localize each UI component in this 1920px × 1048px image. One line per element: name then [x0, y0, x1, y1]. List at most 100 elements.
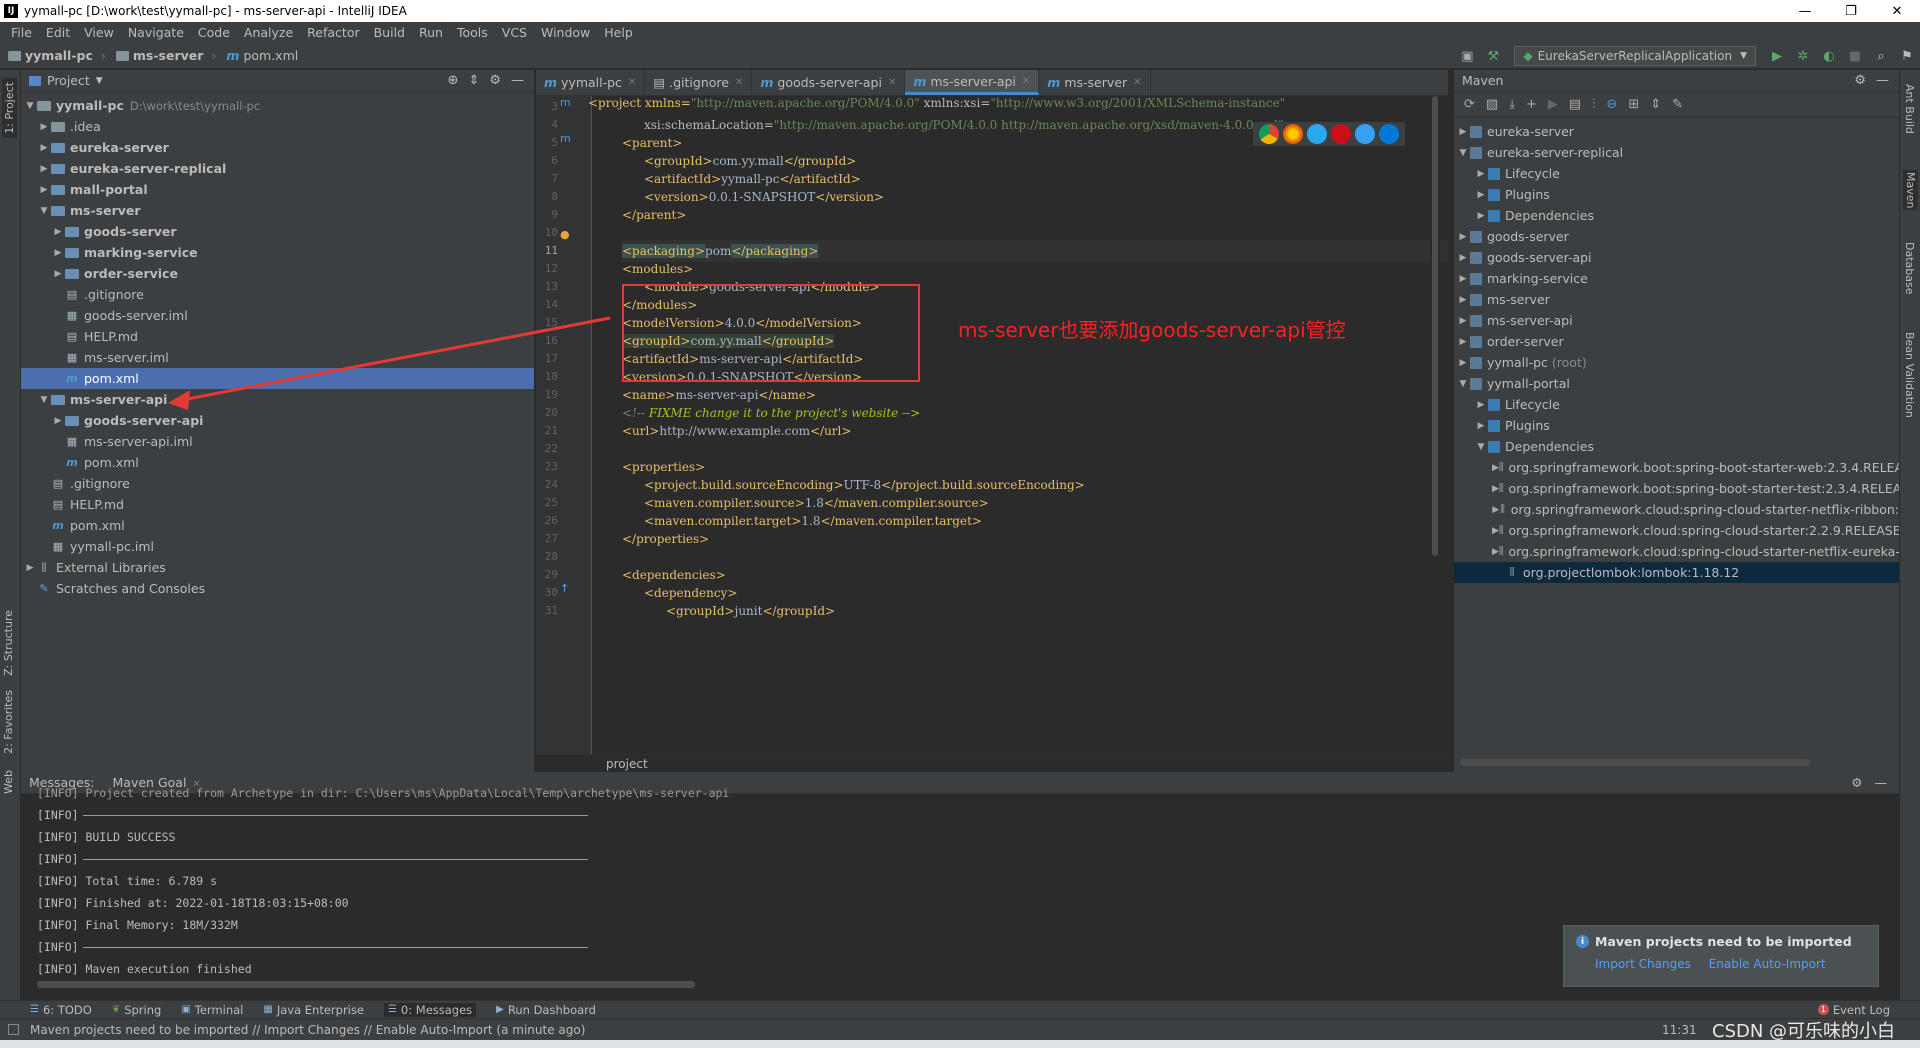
- tab-java-enterprise[interactable]: ▦ Java Enterprise: [263, 1003, 364, 1017]
- menu-navigate[interactable]: Navigate: [121, 25, 191, 40]
- tree-item[interactable]: ▶ marking-service: [21, 242, 534, 263]
- import-changes-link[interactable]: Import Changes: [1595, 957, 1691, 971]
- collapsed-arrow-icon[interactable]: ▶: [1456, 358, 1470, 368]
- breadcrumb-project[interactable]: yymall-pc ›: [8, 48, 106, 63]
- toggle-offline-icon[interactable]: ⫶: [1592, 97, 1595, 112]
- bookmark-icon[interactable]: ⚑: [1899, 48, 1915, 64]
- maven-project-item[interactable]: ▼ yymall-portal: [1454, 373, 1899, 394]
- collapsed-arrow-icon[interactable]: ▶: [51, 416, 65, 426]
- chevron-down-icon[interactable]: ▼: [96, 76, 103, 86]
- collapsed-arrow-icon[interactable]: ▶: [1492, 526, 1499, 536]
- tree-item[interactable]: ▦ goods-server.iml: [21, 305, 534, 326]
- collapsed-arrow-icon[interactable]: ▶: [1456, 232, 1470, 242]
- tab-ant-build[interactable]: Ant Build: [1903, 84, 1916, 134]
- maven-project-item[interactable]: ▶ goods-server: [1454, 226, 1899, 247]
- collapsed-arrow-icon[interactable]: ▶: [1474, 400, 1488, 410]
- build-hammer-icon[interactable]: ⚒: [1485, 48, 1501, 64]
- menu-edit[interactable]: Edit: [39, 25, 77, 40]
- maven-project-item[interactable]: ▼ eureka-server-replical: [1454, 142, 1899, 163]
- tab-gitignore[interactable]: ▤ .gitignore ✕: [645, 70, 753, 95]
- collapsed-arrow-icon[interactable]: ▶: [37, 122, 51, 132]
- expanded-arrow-icon[interactable]: ▼: [1456, 148, 1470, 158]
- generate-sources-icon[interactable]: ▧: [1486, 97, 1498, 112]
- breadcrumb-module[interactable]: ms-server ›: [115, 48, 216, 63]
- hide-panel-icon[interactable]: —: [511, 73, 524, 88]
- breadcrumb-file[interactable]: m pom.xml: [226, 48, 298, 63]
- search-everywhere-icon[interactable]: ⌕: [1873, 48, 1889, 64]
- expanded-arrow-icon[interactable]: ▼: [37, 395, 51, 405]
- menu-analyze[interactable]: Analyze: [237, 25, 300, 40]
- close-icon[interactable]: ✕: [1133, 77, 1141, 88]
- tab-structure-tool[interactable]: Z: Structure: [2, 610, 15, 676]
- expanded-arrow-icon[interactable]: ▼: [1456, 379, 1470, 389]
- maven-parent-gutter-icon[interactable]: m: [560, 132, 571, 145]
- restore-button[interactable]: ❐: [1828, 0, 1874, 22]
- maven-project-item[interactable]: ▶ order-server: [1454, 331, 1899, 352]
- tab-spring[interactable]: ❦ Spring: [112, 1003, 162, 1017]
- code-area[interactable]: <project xmlns="http://maven.apache.org/…: [588, 96, 1448, 754]
- tab-terminal[interactable]: ▣ Terminal: [181, 1003, 243, 1017]
- edge-icon[interactable]: [1379, 124, 1399, 144]
- maven-project-item[interactable]: ▶ eureka-server: [1454, 121, 1899, 142]
- collapsed-arrow-icon[interactable]: ▶: [1474, 169, 1488, 179]
- collapsed-arrow-icon[interactable]: ▶: [1456, 316, 1470, 326]
- ie-icon[interactable]: [1355, 124, 1375, 144]
- tree-item[interactable]: ▼ yymall-pc D:\work\test\yymall-pc: [21, 95, 534, 116]
- maven-project-item[interactable]: ▶ goods-server-api: [1454, 247, 1899, 268]
- code-editor[interactable]: 2345678910111213141516171819202122232425…: [536, 96, 1448, 754]
- maven-node-item[interactable]: ▼ Dependencies: [1454, 436, 1899, 457]
- collapsed-arrow-icon[interactable]: ▶: [37, 143, 51, 153]
- tree-item[interactable]: ▶ eureka-server: [21, 137, 534, 158]
- tree-item[interactable]: ▼ ms-server-api: [21, 389, 534, 410]
- messages-horizontal-scrollbar[interactable]: [37, 981, 695, 988]
- collapsed-arrow-icon[interactable]: ▶: [1474, 190, 1488, 200]
- gear-icon[interactable]: ⚙: [1854, 73, 1866, 88]
- tree-item[interactable]: ▶ eureka-server-replical: [21, 158, 534, 179]
- menu-help[interactable]: Help: [597, 25, 640, 40]
- expanded-arrow-icon[interactable]: ▼: [23, 101, 37, 111]
- collapsed-arrow-icon[interactable]: ▶: [1456, 127, 1470, 137]
- project-panel-title[interactable]: Project: [47, 73, 90, 88]
- safari-icon[interactable]: [1307, 124, 1327, 144]
- tree-item[interactable]: m pom.xml: [21, 452, 534, 473]
- maven-node-item[interactable]: ▶ Lifecycle: [1454, 394, 1899, 415]
- collapsed-arrow-icon[interactable]: ▶: [37, 185, 51, 195]
- collapsed-arrow-icon[interactable]: ▶: [1474, 421, 1488, 431]
- collapsed-arrow-icon[interactable]: ▶: [1492, 547, 1499, 557]
- menu-build[interactable]: Build: [367, 25, 412, 40]
- tab-yymall-pc[interactable]: m yymall-pc ✕: [536, 70, 646, 95]
- tree-item[interactable]: ▼ ms-server: [21, 200, 534, 221]
- tree-item[interactable]: ▶ ⫼ External Libraries: [21, 557, 534, 578]
- maven-gutter-icon[interactable]: m: [560, 96, 571, 109]
- menu-window[interactable]: Window: [534, 25, 597, 40]
- collapsed-arrow-icon[interactable]: ▶: [51, 248, 65, 258]
- editor-scrollbar[interactable]: [1430, 96, 1440, 754]
- hide-panel-icon[interactable]: —: [1876, 73, 1889, 88]
- collapse-all-icon[interactable]: ⇕: [1650, 97, 1661, 112]
- tree-item-selected[interactable]: m pom.xml: [21, 368, 534, 389]
- maven-project-item[interactable]: ▶ ms-server-api: [1454, 310, 1899, 331]
- maven-node-item[interactable]: ▶ Dependencies: [1454, 205, 1899, 226]
- maven-project-item[interactable]: ▶ ms-server: [1454, 289, 1899, 310]
- close-icon[interactable]: ✕: [1022, 76, 1030, 87]
- locate-icon[interactable]: ⊕: [448, 73, 459, 88]
- gear-icon[interactable]: ⚙: [1851, 775, 1862, 790]
- close-icon[interactable]: ✕: [735, 77, 743, 88]
- collapse-all-icon[interactable]: ⇕: [468, 73, 479, 88]
- menu-refactor[interactable]: Refactor: [300, 25, 366, 40]
- maven-project-item[interactable]: ▶ yymall-pc (root): [1454, 352, 1899, 373]
- status-checkbox-icon[interactable]: [8, 1024, 19, 1035]
- wrench-icon[interactable]: ✎: [1672, 97, 1683, 112]
- dependency-item[interactable]: ▶ ⫼ org.springframework.boot:spring-boot-s…: [1454, 478, 1899, 499]
- close-window-button[interactable]: ✕: [1874, 0, 1920, 22]
- run-icon[interactable]: ▶: [1769, 48, 1785, 64]
- run-configuration-select[interactable]: ◆ EurekaServerReplicalApplication ▼: [1514, 46, 1756, 66]
- enable-auto-import-link[interactable]: Enable Auto-Import: [1709, 957, 1826, 971]
- tree-item[interactable]: ✎ Scratches and Consoles: [21, 578, 534, 599]
- debug-icon[interactable]: ✲: [1795, 48, 1811, 64]
- menu-view[interactable]: View: [77, 25, 121, 40]
- menu-file[interactable]: File: [4, 25, 39, 40]
- collapsed-arrow-icon[interactable]: ▶: [1492, 463, 1499, 473]
- reimport-icon[interactable]: ⟳: [1464, 97, 1475, 112]
- tab-database[interactable]: Database: [1903, 242, 1916, 295]
